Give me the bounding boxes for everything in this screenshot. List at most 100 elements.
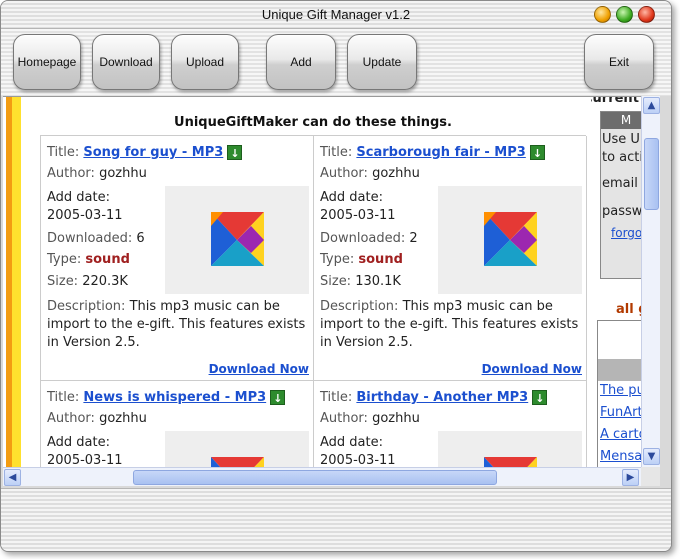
gift-card: Title: News is whispered - MP3 ↓ Author:… xyxy=(41,381,314,467)
gift-thumbnail[interactable] xyxy=(165,431,309,467)
type-label: Type: xyxy=(320,252,355,267)
all-games-label: all g xyxy=(616,302,641,317)
card-downloaded-row: Downloaded: 2 xyxy=(320,231,418,246)
gift-title-link[interactable]: News is whispered - MP3 xyxy=(83,390,266,405)
close-button[interactable] xyxy=(638,6,655,23)
horizontal-scrollbar[interactable]: ◀ ▶ xyxy=(3,467,641,486)
tangram-gift-logo-icon xyxy=(211,457,264,467)
title-label: Title: xyxy=(47,390,80,405)
add-button[interactable]: Add xyxy=(266,34,336,90)
title-label: Title: xyxy=(47,145,80,160)
gift-title-link[interactable]: Scarborough fair - MP3 xyxy=(356,145,525,160)
card-title-row: Title: Song for guy - MP3 ↓ xyxy=(47,145,243,160)
card-size-row: Size: 130.1K xyxy=(320,274,401,289)
downloaded-label: Downloaded: xyxy=(320,231,406,246)
size-label: Size: xyxy=(47,274,79,289)
update-button[interactable]: Update xyxy=(347,34,417,90)
gift-card: Title: Birthday - Another MP3 ↓ Author: … xyxy=(314,381,587,467)
title-bar[interactable]: Unique Gift Manager v1.2 xyxy=(1,1,671,29)
password-label: passw xyxy=(602,204,641,219)
upload-button[interactable]: Upload xyxy=(171,34,239,90)
login-instructions-line2: to activ xyxy=(602,150,641,165)
app-window: Unique Gift Manager v1.2 Homepage Downlo… xyxy=(0,0,672,552)
title-label: Title: xyxy=(320,390,353,405)
homepage-button[interactable]: Homepage xyxy=(13,34,81,90)
download-now-link[interactable]: Download Now xyxy=(482,362,582,376)
content-heading: UniqueGiftMaker can do these things. xyxy=(174,115,452,130)
description-label: Description: xyxy=(320,299,399,314)
scroll-down-arrow-icon[interactable]: ▼ xyxy=(643,448,660,465)
vertical-scrollbar[interactable]: ▲ ▼ xyxy=(641,96,660,467)
card-title-row: Title: Scarborough fair - MP3 ↓ xyxy=(320,145,545,160)
size-value: 130.1K xyxy=(355,274,401,289)
card-author-row: Author: gozhhu xyxy=(47,411,147,426)
gift-title-link[interactable]: Birthday - Another MP3 xyxy=(356,390,528,405)
type-value: sound xyxy=(358,252,403,267)
add-date-value: 2005-03-11 xyxy=(320,208,396,223)
card-type-row: Type: sound xyxy=(320,252,403,267)
gift-grid: Title: Song for guy - MP3 ↓ Author: gozh… xyxy=(40,135,587,467)
vertical-scroll-thumb[interactable] xyxy=(644,138,659,210)
toolbar: Homepage Download Upload Add Update Exit xyxy=(1,29,671,96)
card-author-row: Author: gozhhu xyxy=(47,166,147,181)
status-bar xyxy=(1,488,671,551)
maximize-button[interactable] xyxy=(616,6,633,23)
green-download-arrow-icon[interactable]: ↓ xyxy=(227,145,243,160)
window-title: Unique Gift Manager v1.2 xyxy=(261,7,411,22)
description-label: Description: xyxy=(47,299,126,314)
forgot-password-link[interactable]: forgot xyxy=(611,226,641,240)
gift-card: Title: Song for guy - MP3 ↓ Author: gozh… xyxy=(41,136,314,381)
game-link[interactable]: Mensa xyxy=(600,449,641,464)
card-title-row: Title: News is whispered - MP3 ↓ xyxy=(47,390,286,405)
author-label: Author: xyxy=(47,411,95,426)
author-label: Author: xyxy=(320,166,368,181)
game-link[interactable]: FunArt xyxy=(600,405,641,420)
green-download-arrow-icon[interactable]: ↓ xyxy=(532,390,548,405)
author-label: Author: xyxy=(320,411,368,426)
tangram-gift-logo-icon xyxy=(484,457,537,467)
card-downloaded-row: Downloaded: 6 xyxy=(47,231,145,246)
horizontal-scroll-thumb[interactable] xyxy=(133,470,497,485)
add-date-label: Add date: xyxy=(47,435,110,450)
card-description: Description: This mp3 music can be impor… xyxy=(320,298,582,352)
add-date-value: 2005-03-11 xyxy=(47,453,123,467)
green-download-arrow-icon[interactable]: ↓ xyxy=(270,390,286,405)
add-date-value: 2005-03-11 xyxy=(320,453,396,467)
author-value: gozhhu xyxy=(99,411,147,426)
game-link[interactable]: The puz xyxy=(600,383,641,398)
gift-thumbnail[interactable] xyxy=(165,186,309,294)
download-now-link[interactable]: Download Now xyxy=(209,362,309,376)
card-author-row: Author: gozhhu xyxy=(320,411,420,426)
card-size-row: Size: 220.3K xyxy=(47,274,128,289)
sidebar-heading: Current L xyxy=(591,97,641,106)
card-description: Description: This mp3 music can be impor… xyxy=(47,298,309,352)
exit-button[interactable]: Exit xyxy=(584,34,654,90)
card-type-row: Type: sound xyxy=(47,252,130,267)
author-value: gozhhu xyxy=(372,411,420,426)
scroll-up-arrow-icon[interactable]: ▲ xyxy=(643,97,660,114)
scroll-right-arrow-icon[interactable]: ▶ xyxy=(622,469,639,486)
add-date-label: Add date: xyxy=(47,190,110,205)
gift-thumbnail[interactable] xyxy=(438,186,582,294)
scroll-left-arrow-icon[interactable]: ◀ xyxy=(4,469,21,486)
title-label: Title: xyxy=(320,145,353,160)
green-download-arrow-icon[interactable]: ↓ xyxy=(529,145,545,160)
right-sidebar: Current L M Use Ur to activ email passw … xyxy=(591,97,641,467)
games-list: The puz FunArt A carto Mensa xyxy=(597,320,641,467)
minimize-button[interactable] xyxy=(594,6,611,23)
tangram-gift-logo-icon xyxy=(211,212,264,266)
gift-thumbnail[interactable] xyxy=(438,431,582,467)
login-instructions-line1: Use Ur xyxy=(602,132,641,147)
game-link[interactable]: A carto xyxy=(600,427,641,442)
decorative-stripe-yellow xyxy=(12,97,21,467)
size-value: 220.3K xyxy=(82,274,128,289)
type-value: sound xyxy=(85,252,130,267)
downloaded-value: 6 xyxy=(136,231,145,246)
type-label: Type: xyxy=(47,252,82,267)
size-label: Size: xyxy=(320,274,352,289)
downloaded-label: Downloaded: xyxy=(47,231,133,246)
download-button[interactable]: Download xyxy=(92,34,160,90)
gift-title-link[interactable]: Song for guy - MP3 xyxy=(83,145,223,160)
card-author-row: Author: gozhhu xyxy=(320,166,420,181)
author-value: gozhhu xyxy=(372,166,420,181)
